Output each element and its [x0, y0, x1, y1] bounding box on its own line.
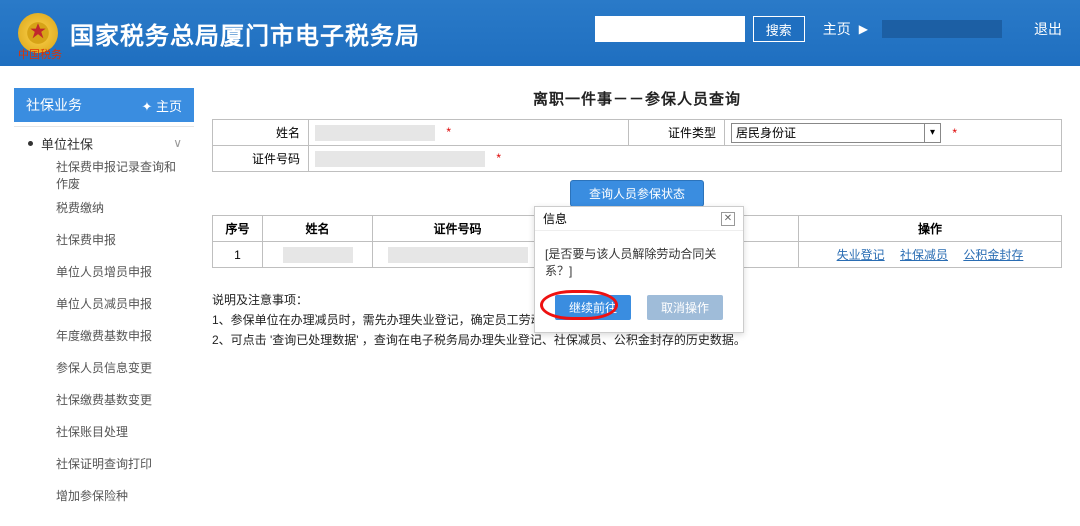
sidebar-item-7[interactable]: 社保缴费基数变更 [14, 383, 194, 415]
sidebar-item-2[interactable]: 社保费申报 [14, 223, 194, 255]
cancel-button[interactable]: 取消操作 [647, 295, 723, 320]
global-search-input[interactable] [595, 16, 745, 42]
sidebar-item-10[interactable]: 增加参保险种 [14, 479, 194, 511]
cell-idno [373, 242, 543, 268]
close-icon[interactable]: ✕ [721, 212, 735, 226]
id-no-cell: * [309, 146, 1062, 172]
sidebar-item-8[interactable]: 社保账目处理 [14, 415, 194, 447]
note-line-2: 2、可点击 '查询已处理数据' ，查询在电子税务局办理失业登记、社保减员、公积金… [212, 330, 1062, 350]
id-no-input[interactable] [315, 151, 485, 167]
id-type-select[interactable]: 居民身份证 ▾ [731, 123, 941, 143]
col-name: 姓名 [263, 216, 373, 242]
id-type-cell: 居民身份证 ▾ * [725, 120, 1062, 146]
query-status-button[interactable]: 查询人员参保状态 [570, 180, 704, 207]
op-fund-seal[interactable]: 公积金封存 [963, 248, 1023, 262]
id-type-label: 证件类型 [629, 120, 725, 146]
sidebar: 社保业务 ✦ 主页 单位社保 ∨ 社保费申报记录查询和作废 税费缴纳 社保费申报… [14, 88, 194, 511]
sidebar-item-3[interactable]: 单位人员增员申报 [14, 255, 194, 287]
page-title: 离职一件事－－参保人员查询 [212, 88, 1062, 109]
home-arrow-icon: ▶ [859, 22, 868, 36]
dialog-header: 信息 ✕ [535, 207, 743, 231]
sidebar-header-label: 社保业务 [26, 95, 82, 115]
sidebar-item-9[interactable]: 社保证明查询打印 [14, 447, 194, 479]
header-right: 搜索 主页 ▶ 退出 [595, 16, 1062, 42]
cell-seq: 1 [213, 242, 263, 268]
op-social-reduce[interactable]: 社保减员 [900, 248, 948, 262]
confirm-dialog: 信息 ✕ [是否要与该人员解除劳动合同关系？] 继续前往 取消操作 [534, 206, 744, 333]
cell-name [263, 242, 373, 268]
logout-link[interactable]: 退出 [1034, 19, 1062, 39]
sidebar-header[interactable]: 社保业务 ✦ 主页 [14, 88, 194, 122]
col-seq: 序号 [213, 216, 263, 242]
home-link[interactable]: 主页 [823, 19, 851, 39]
sidebar-item-0[interactable]: 社保费申报记录查询和作废 [14, 159, 194, 191]
chevron-down-icon: ∨ [173, 136, 182, 150]
dialog-body: [是否要与该人员解除劳动合同关系？] [535, 231, 743, 289]
dialog-footer: 继续前往 取消操作 [535, 289, 743, 332]
app-logo-script: 中国税务 [18, 46, 62, 62]
required-mark: * [952, 126, 957, 140]
id-no-label: 证件号码 [213, 146, 309, 172]
app-header: 中国税务 国家税务总局厦门市电子税务局 搜索 主页 ▶ 退出 [0, 0, 1080, 66]
sidebar-item-4[interactable]: 单位人员减员申报 [14, 287, 194, 319]
sidebar-item-1[interactable]: 税费缴纳 [14, 191, 194, 223]
dialog-title: 信息 [543, 210, 567, 227]
sidebar-group-danwei[interactable]: 单位社保 ∨ [14, 127, 194, 159]
sidebar-group-label: 单位社保 [41, 134, 93, 153]
current-user-badge[interactable] [882, 20, 1002, 38]
required-mark: * [496, 151, 501, 165]
op-unemployment-register[interactable]: 失业登记 [837, 248, 885, 262]
query-form: 姓名 * 证件类型 居民身份证 ▾ * 证件号码 * [212, 119, 1062, 172]
sidebar-item-6[interactable]: 参保人员信息变更 [14, 351, 194, 383]
app-title: 国家税务总局厦门市电子税务局 [70, 16, 420, 51]
required-mark: * [446, 125, 451, 139]
sidebar-item-5[interactable]: 年度缴费基数申报 [14, 319, 194, 351]
id-type-value: 居民身份证 [736, 126, 796, 140]
name-cell: * [309, 120, 629, 146]
name-input[interactable] [315, 125, 435, 141]
col-ops: 操作 [799, 216, 1062, 242]
sidebar-home-link[interactable]: ✦ 主页 [141, 96, 182, 115]
cell-ops: 失业登记 社保减员 公积金封存 [799, 242, 1062, 268]
name-label: 姓名 [213, 120, 309, 146]
global-search-button[interactable]: 搜索 [753, 16, 805, 42]
continue-button[interactable]: 继续前往 [555, 295, 631, 320]
col-idno: 证件号码 [373, 216, 543, 242]
select-arrow-icon: ▾ [924, 124, 940, 142]
